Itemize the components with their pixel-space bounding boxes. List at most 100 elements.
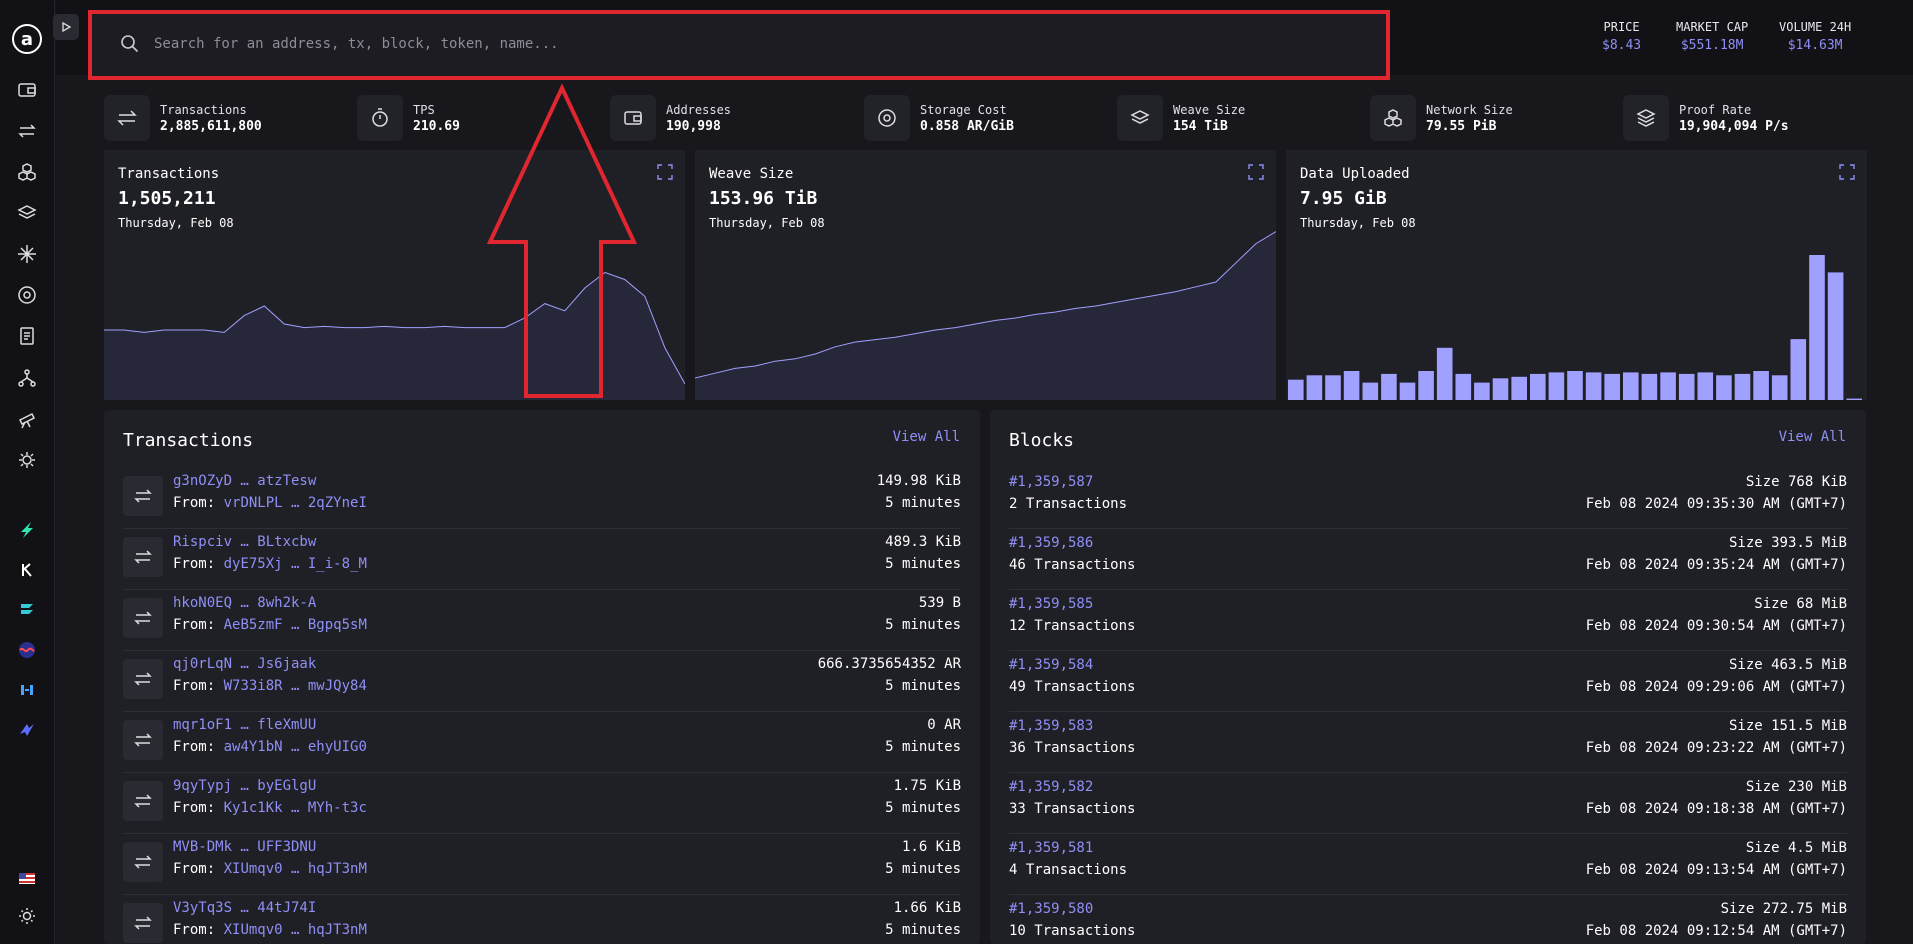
data-uploaded-bar: [1455, 373, 1472, 400]
block-id-link[interactable]: #1,359,581: [1009, 840, 1093, 856]
expand-icon[interactable]: [1839, 164, 1855, 180]
transaction-id-link[interactable]: qj0rLqN … Js6jaak: [173, 656, 316, 672]
stat-tps: TPS 210.69: [357, 95, 460, 141]
stat-value: 154 TiB: [1173, 118, 1228, 134]
transaction-size: 0 AR: [927, 717, 961, 733]
panel-title: Blocks: [1009, 430, 1075, 451]
transaction-id-link[interactable]: g3nOZyD … atzTesw: [173, 473, 316, 489]
transaction-row[interactable]: V3yTq3S … 44tJ74I From: XIUmqv0 … hqJT3nM…: [123, 895, 961, 944]
transaction-from: From: vrDNLPL … 2qZYneI: [173, 495, 367, 511]
transaction-row[interactable]: mqr1oF1 … fleXmUU From: aw4Y1bN … ehyUIG0…: [123, 712, 961, 773]
app-logo[interactable]: a: [12, 24, 42, 54]
from-address-link[interactable]: AeB5zmF … Bgpq5sM: [224, 617, 367, 633]
data-uploaded-bar: [1716, 375, 1732, 400]
transaction-id-link[interactable]: Rispciv … BLtxcbw: [173, 534, 316, 550]
block-row[interactable]: #1,359,584 49 Transactions Size 463.5 MiB F…: [1009, 651, 1847, 712]
from-address-link[interactable]: W733i8R … mwJQy84: [224, 678, 367, 694]
block-id-link[interactable]: #1,359,580: [1009, 901, 1093, 917]
star-burst-icon[interactable]: [15, 242, 39, 266]
transfer-icon: [123, 659, 163, 699]
transfer-icon: [123, 598, 163, 638]
transaction-age: 5 minutes: [885, 617, 961, 633]
bolt-app-icon[interactable]: [15, 718, 39, 742]
block-row[interactable]: #1,359,580 10 Transactions Size 272.75 MiB…: [1009, 895, 1847, 944]
coin-icon: [864, 95, 910, 141]
bars-app-icon[interactable]: [15, 678, 39, 702]
block-row[interactable]: #1,359,585 12 Transactions Size 68 MiB Feb …: [1009, 590, 1847, 651]
block-time: Feb 08 2024 09:30:54 AM (GMT+7): [1585, 618, 1847, 634]
block-id-link[interactable]: #1,359,584: [1009, 657, 1093, 673]
data-uploaded-bar: [1846, 398, 1862, 400]
block-row[interactable]: #1,359,587 2 Transactions Size 768 KiB Feb …: [1009, 468, 1847, 529]
network-icon[interactable]: [15, 366, 39, 390]
transaction-row[interactable]: qj0rLqN … Js6jaak From: W733i8R … mwJQy84…: [123, 651, 961, 712]
block-id-link[interactable]: #1,359,586: [1009, 535, 1093, 551]
block-row[interactable]: #1,359,583 36 Transactions Size 151.5 MiB F…: [1009, 712, 1847, 773]
transaction-age: 5 minutes: [885, 922, 961, 938]
wallet-icon[interactable]: [15, 78, 39, 102]
block-row[interactable]: #1,359,582 33 Transactions Size 230 MiB Feb…: [1009, 773, 1847, 834]
transfer-icon[interactable]: [15, 119, 39, 143]
from-address-link[interactable]: dyE75Xj … I_i-8_M: [224, 556, 367, 572]
from-address-link[interactable]: Ky1c1Kk … MYh-t3c: [224, 800, 367, 816]
stat-label: Transactions: [160, 102, 247, 117]
transaction-row[interactable]: Rispciv … BLtxcbw From: dyE75Xj … I_i-8_M…: [123, 529, 961, 590]
sidebar-toggle-button[interactable]: [53, 14, 79, 40]
sun-icon[interactable]: [15, 904, 39, 928]
data-uploaded-bar: [1809, 255, 1825, 400]
layers-icon[interactable]: [15, 201, 39, 225]
search-bar[interactable]: [88, 10, 1390, 80]
block-size: Size 230 MiB: [1745, 779, 1847, 795]
from-address-link[interactable]: aw4Y1bN … ehyUIG0: [224, 739, 367, 755]
block-id-link[interactable]: #1,359,587: [1009, 474, 1093, 490]
chart-card-weave-size[interactable]: Weave Size 153.96 TiB Thursday, Feb 08: [695, 150, 1276, 400]
transaction-from: From: aw4Y1bN … ehyUIG0: [173, 739, 367, 755]
data-uploaded-bar: [1567, 371, 1583, 400]
document-icon[interactable]: [15, 324, 39, 348]
transaction-row[interactable]: g3nOZyD … atzTesw From: vrDNLPL … 2qZYneI…: [123, 468, 961, 529]
block-size: Size 393.5 MiB: [1728, 535, 1847, 551]
transaction-age: 5 minutes: [885, 495, 961, 511]
transaction-id-link[interactable]: V3yTq3S … 44tJ74I: [173, 900, 316, 916]
block-id-link[interactable]: #1,359,583: [1009, 718, 1093, 734]
transaction-id-link[interactable]: 9qyTypj … byEGlgU: [173, 778, 316, 794]
from-address-link[interactable]: XIUmqv0 … hqJT3nM: [224, 861, 367, 877]
transaction-id-link[interactable]: hkoN0EQ … 8wh2k-A: [173, 595, 316, 611]
transfer-icon: [123, 537, 163, 577]
coin-icon[interactable]: [15, 283, 39, 307]
transaction-row[interactable]: 9qyTypj … byEGlgU From: Ky1c1Kk … MYh-t3c…: [123, 773, 961, 834]
block-tx-count: 46 Transactions: [1009, 557, 1136, 573]
view-all-transactions-link[interactable]: View All: [893, 429, 960, 445]
chart-card-data-uploaded[interactable]: Data Uploaded 7.95 GiB Thursday, Feb 08: [1286, 150, 1867, 400]
transaction-id-link[interactable]: MVB-DMk … UFF3DNU: [173, 839, 316, 855]
k-app-icon[interactable]: [15, 558, 39, 582]
block-row[interactable]: #1,359,586 46 Transactions Size 393.5 MiB F…: [1009, 529, 1847, 590]
block-id-link[interactable]: #1,359,582: [1009, 779, 1093, 795]
search-input[interactable]: [154, 29, 1254, 59]
block-row[interactable]: #1,359,581 4 Transactions Size 4.5 MiB Feb …: [1009, 834, 1847, 895]
data-uploaded-bar: [1325, 375, 1341, 400]
block-time: Feb 08 2024 09:29:06 AM (GMT+7): [1585, 679, 1847, 695]
telescope-icon[interactable]: [15, 407, 39, 431]
lightning-app-icon[interactable]: [15, 518, 39, 542]
cubes-icon[interactable]: [15, 160, 39, 184]
transaction-row[interactable]: MVB-DMk … UFF3DNU From: XIUmqv0 … hqJT3nM…: [123, 834, 961, 895]
from-label: From:: [173, 617, 216, 633]
expand-icon[interactable]: [1248, 164, 1264, 180]
stack-app-icon[interactable]: [15, 598, 39, 622]
gear-network-icon[interactable]: [15, 448, 39, 472]
cubes-icon: [1370, 95, 1416, 141]
block-id-link[interactable]: #1,359,585: [1009, 596, 1093, 612]
block-size: Size 768 KiB: [1745, 474, 1847, 490]
from-label: From:: [173, 556, 216, 572]
us-flag-icon[interactable]: [15, 866, 39, 890]
transaction-row[interactable]: hkoN0EQ … 8wh2k-A From: AeB5zmF … Bgpq5sM…: [123, 590, 961, 651]
transaction-id-link[interactable]: mqr1oF1 … fleXmUU: [173, 717, 316, 733]
stat-value: 19,904,094 P/s: [1679, 118, 1789, 134]
from-address-link[interactable]: XIUmqv0 … hqJT3nM: [224, 922, 367, 938]
wave-app-icon[interactable]: [15, 638, 39, 662]
view-all-blocks-link[interactable]: View All: [1779, 429, 1846, 445]
chart-title: Transactions: [118, 166, 220, 182]
transaction-age: 5 minutes: [885, 556, 961, 572]
from-address-link[interactable]: vrDNLPL … 2qZYneI: [224, 495, 367, 511]
